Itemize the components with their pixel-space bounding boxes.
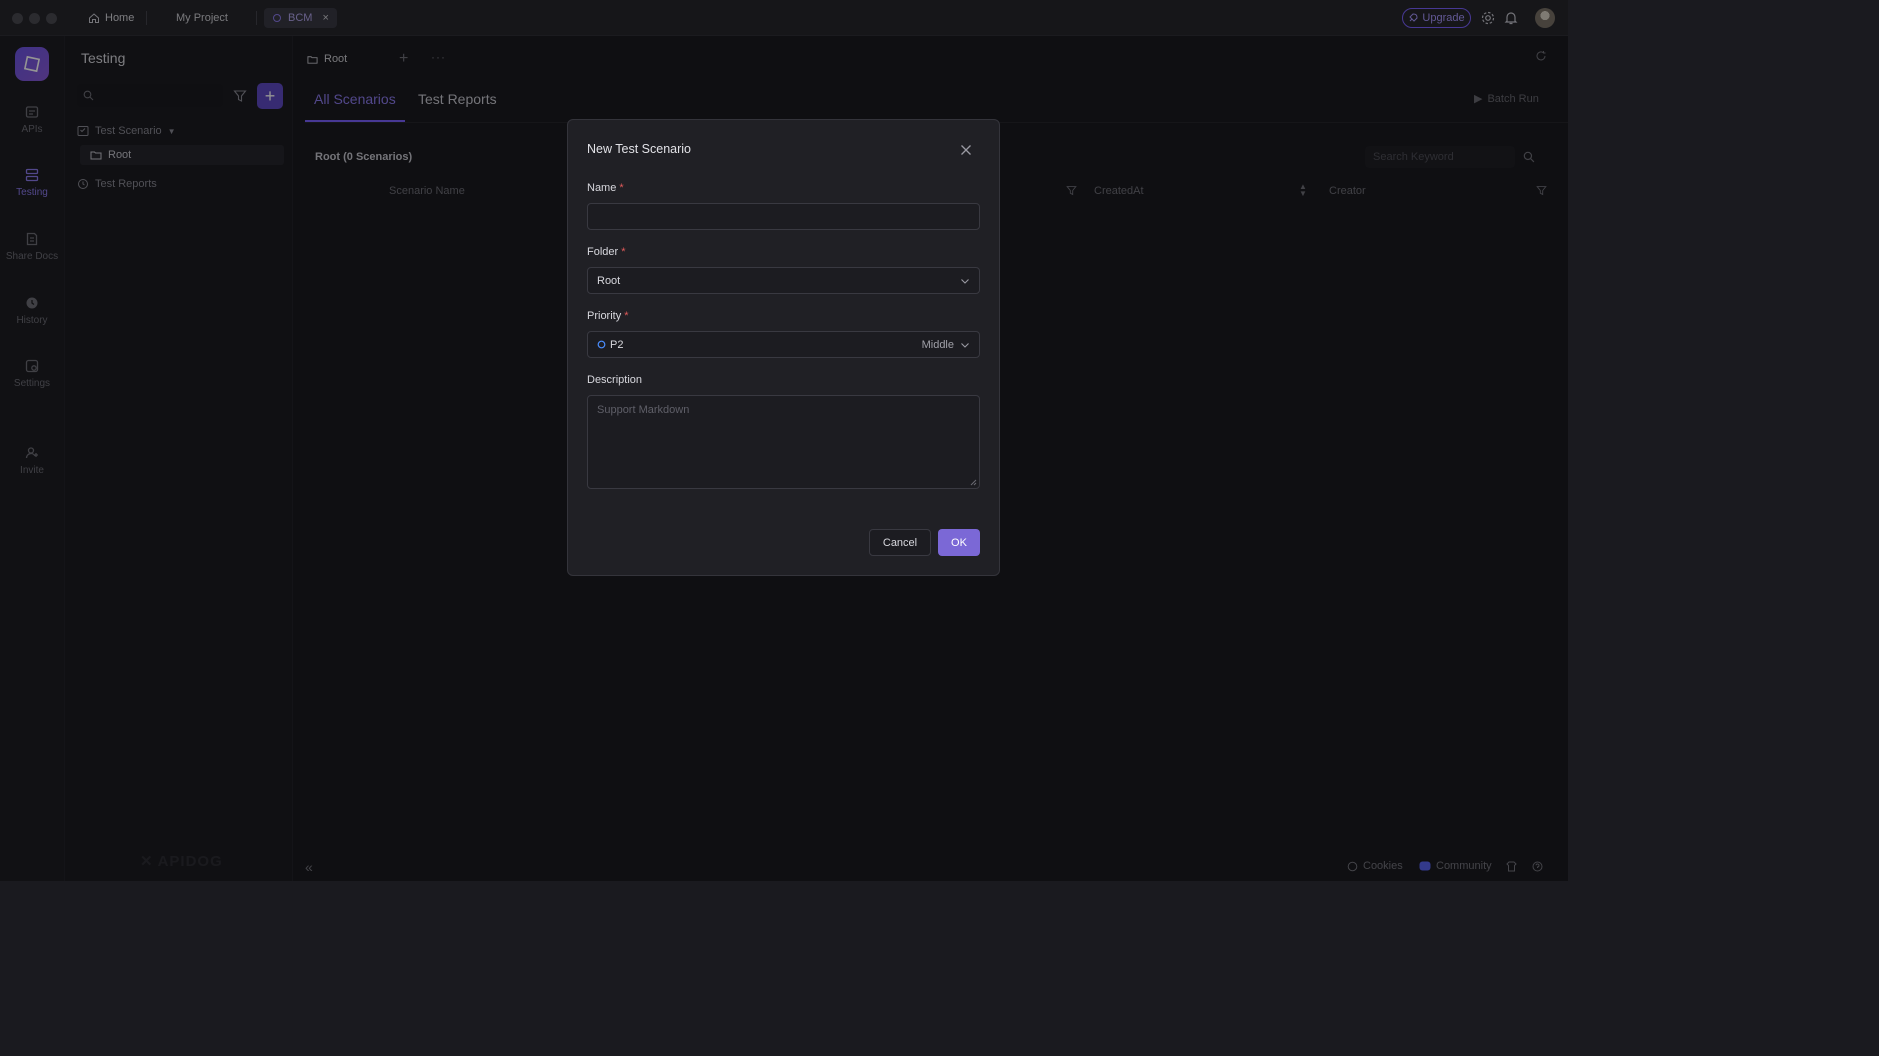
name-field-label: Name * (587, 182, 624, 194)
priority-level-group: Middle (922, 339, 970, 351)
priority-field-label: Priority * (587, 310, 629, 322)
priority-select-value: P2 (610, 338, 624, 351)
priority-circle-icon (597, 340, 606, 349)
folder-select-value: Root (597, 274, 621, 287)
priority-value-group: P2 (597, 339, 623, 351)
priority-select[interactable]: P2 Middle (587, 331, 980, 358)
description-field[interactable]: Support Markdown (587, 395, 980, 489)
required-mark: * (624, 310, 629, 322)
name-field[interactable] (587, 203, 980, 230)
folder-label-text: Folder (587, 246, 619, 258)
required-mark: * (621, 246, 626, 258)
required-mark: * (619, 182, 624, 194)
folder-field-label: Folder * (587, 246, 625, 258)
description-field-label: Description (587, 374, 643, 386)
new-test-scenario-dialog: New Test Scenario Name * Folder * Root Pri… (567, 119, 1000, 576)
close-icon[interactable] (958, 142, 974, 158)
name-label-text: Name (587, 182, 617, 194)
priority-level: Middle (921, 338, 954, 351)
folder-select[interactable]: Root (587, 267, 980, 294)
priority-label-text: Priority (587, 310, 622, 322)
resize-handle-icon[interactable] (970, 479, 977, 486)
description-placeholder: Support Markdown (597, 404, 690, 416)
dialog-title: New Test Scenario (587, 142, 691, 156)
chevron-down-icon (961, 342, 969, 348)
cancel-button[interactable]: Cancel (869, 529, 931, 556)
ok-button[interactable]: OK (938, 529, 980, 556)
chevron-down-icon (961, 278, 969, 284)
